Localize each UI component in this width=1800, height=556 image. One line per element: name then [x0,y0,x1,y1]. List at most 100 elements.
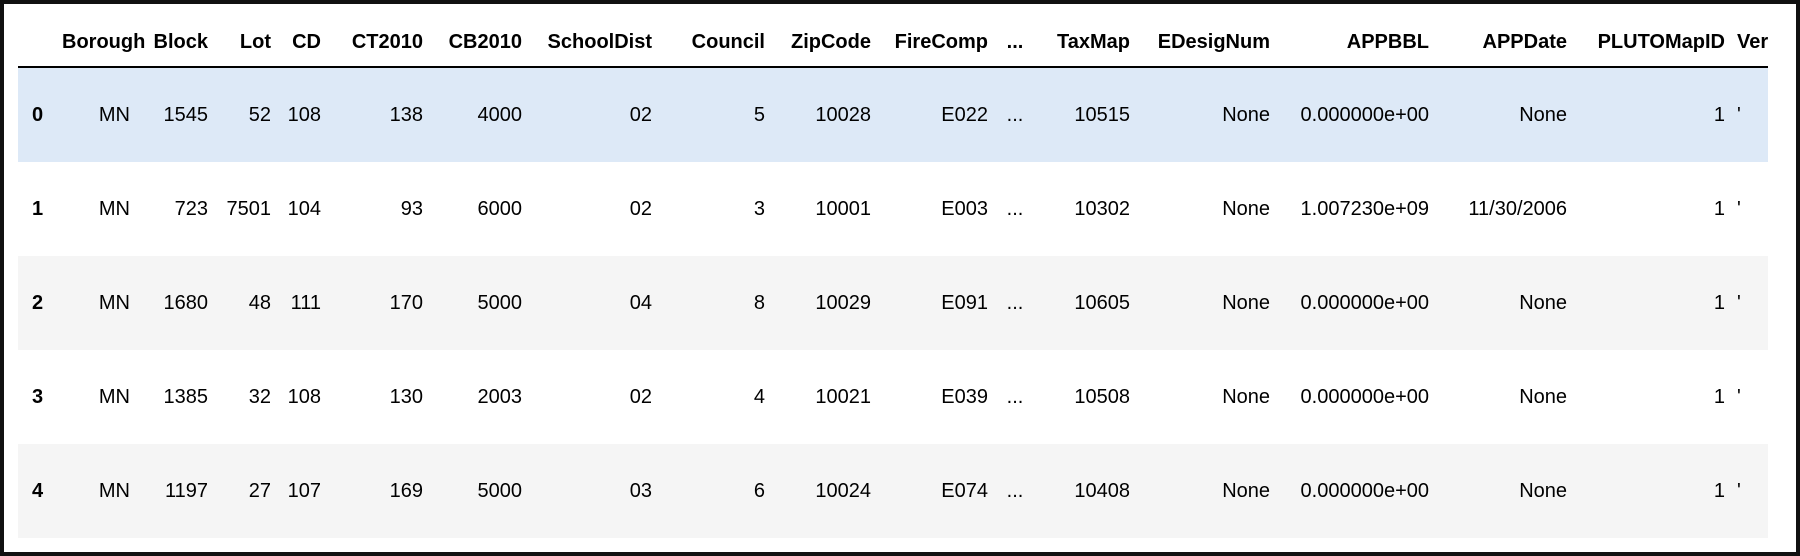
table-cell: None [1222,197,1270,220]
column-ellipsis: ... [994,18,1036,68]
table-cell: 1680 [163,291,209,314]
table-cell: E074 [941,479,988,502]
table-cell: 5 [753,103,765,126]
table-cell: 0.000000e+00 [1300,103,1429,126]
table-cell: 5000 [477,291,523,314]
column-header[interactable]: Borough [56,18,145,68]
table-cell: None [1222,291,1270,314]
row-index: 0 [32,103,44,126]
column-header[interactable]: PLUTOMapID [1573,18,1731,68]
table-cell: 10001 [815,197,871,220]
table-cell: 1 [1713,479,1725,502]
table-cell: 32 [248,385,271,408]
table-cell: 10515 [1074,103,1130,126]
table-cell: None [1222,479,1270,502]
table-cell: MN [98,385,130,408]
index-header [18,18,56,68]
table-cell: E022 [941,103,988,126]
table-cell: E003 [941,197,988,220]
cell-ellipsis: ... [1006,197,1024,220]
table-cell: 1385 [163,385,209,408]
table-cell: 1 [1713,291,1725,314]
table-cell: 10029 [815,291,871,314]
table-cell: 93 [400,197,423,220]
table-cell: None [1222,385,1270,408]
column-header[interactable]: Lot [214,18,277,68]
table-cell: 138 [389,103,423,126]
row-index: 1 [32,197,44,220]
table-row[interactable]: 1 MN 723 7501 104 93 6000 02 3 10001 E003... 10302 N… [18,162,1768,256]
table-cell: 10302 [1074,197,1130,220]
table-cell: 11/30/2006 [1468,197,1567,220]
screenshot-frame: Borough Block Lot CD CT2010 CB2010 Schoo… [0,0,1800,556]
row-index: 4 [32,479,44,502]
table-cell: 02 [629,103,652,126]
table-row[interactable]: 3 MN 1385 32 108 130 2003 02 4 10021 E039... 10508 N… [18,350,1768,444]
column-header[interactable]: FireComp [877,18,994,68]
table-cell: 02 [629,197,652,220]
table-row[interactable]: 4 MN 1197 27 107 169 5000 03 6 10024 E074... 10408 N… [18,444,1768,538]
column-header[interactable]: Block [136,18,214,68]
table-cell: 111 [290,291,321,314]
table-cell: 1 [1713,197,1725,220]
table-cell: ' [1737,291,1741,314]
column-header[interactable]: APPDate [1435,18,1573,68]
table-cell: 130 [389,385,423,408]
column-header[interactable]: Ver [1731,18,1768,68]
column-header[interactable]: CB2010 [429,18,528,68]
table-cell: 10024 [815,479,871,502]
dataframe-output[interactable]: Borough Block Lot CD CT2010 CB2010 Schoo… [18,18,1768,540]
table-cell: 03 [629,479,652,502]
table-cell: 04 [629,291,652,314]
table-cell: 3 [753,197,765,220]
table-cell: 6 [753,479,765,502]
column-header[interactable]: EDesigNum [1136,18,1276,68]
table-cell: 1545 [163,103,209,126]
table-cell: MN [98,103,130,126]
header-row: Borough Block Lot CD CT2010 CB2010 Schoo… [18,18,1768,68]
table-cell: E039 [941,385,988,408]
table-cell: None [1519,103,1567,126]
table-row[interactable]: 0 MN 1545 52 108 138 4000 02 5 10028 E022... 10515 N… [18,67,1768,162]
table-cell: 4000 [477,103,523,126]
table-row[interactable]: 2 MN 1680 48 111 170 5000 04 8 10029 E091... 10605 N… [18,256,1768,350]
column-header[interactable]: Council [658,18,771,68]
table-cell: MN [98,479,130,502]
column-header[interactable]: APPBBL [1276,18,1435,68]
table-cell: 52 [248,103,271,126]
table-cell: 27 [248,479,271,502]
cell-ellipsis: ... [1006,385,1024,408]
table-cell: 1197 [164,479,208,502]
column-header[interactable]: CD [277,18,327,68]
table-cell: 10605 [1074,291,1130,314]
column-header[interactable]: SchoolDist [528,18,658,68]
table-cell: 107 [287,479,321,502]
table-cell: None [1519,291,1567,314]
table-cell: E091 [941,291,988,314]
table-cell: 170 [389,291,423,314]
table-cell: None [1519,385,1567,408]
table-cell: 723 [174,197,208,220]
table-cell: 108 [287,385,321,408]
column-header[interactable]: CT2010 [327,18,429,68]
table-cell: 10028 [815,103,871,126]
table-cell: 8 [753,291,765,314]
table-cell: 169 [389,479,423,502]
table-cell: 1 [1713,103,1725,126]
table-cell: 1 [1713,385,1725,408]
column-header[interactable]: ZipCode [771,18,877,68]
table-cell: 10408 [1074,479,1130,502]
table-cell: MN [98,291,130,314]
table-cell: 0.000000e+00 [1300,479,1429,502]
table-cell: 1.007230e+09 [1300,197,1429,220]
column-header[interactable]: TaxMap [1036,18,1136,68]
table-cell: ' [1737,197,1741,220]
table-cell: MN [98,197,130,220]
table-cell: None [1519,479,1567,502]
table-cell: 02 [629,385,652,408]
table-cell: ' [1737,479,1741,502]
table-cell: ' [1737,103,1741,126]
table-cell: 10021 [815,385,871,408]
table-cell: 7501 [226,197,272,220]
table-cell: 104 [287,197,321,220]
